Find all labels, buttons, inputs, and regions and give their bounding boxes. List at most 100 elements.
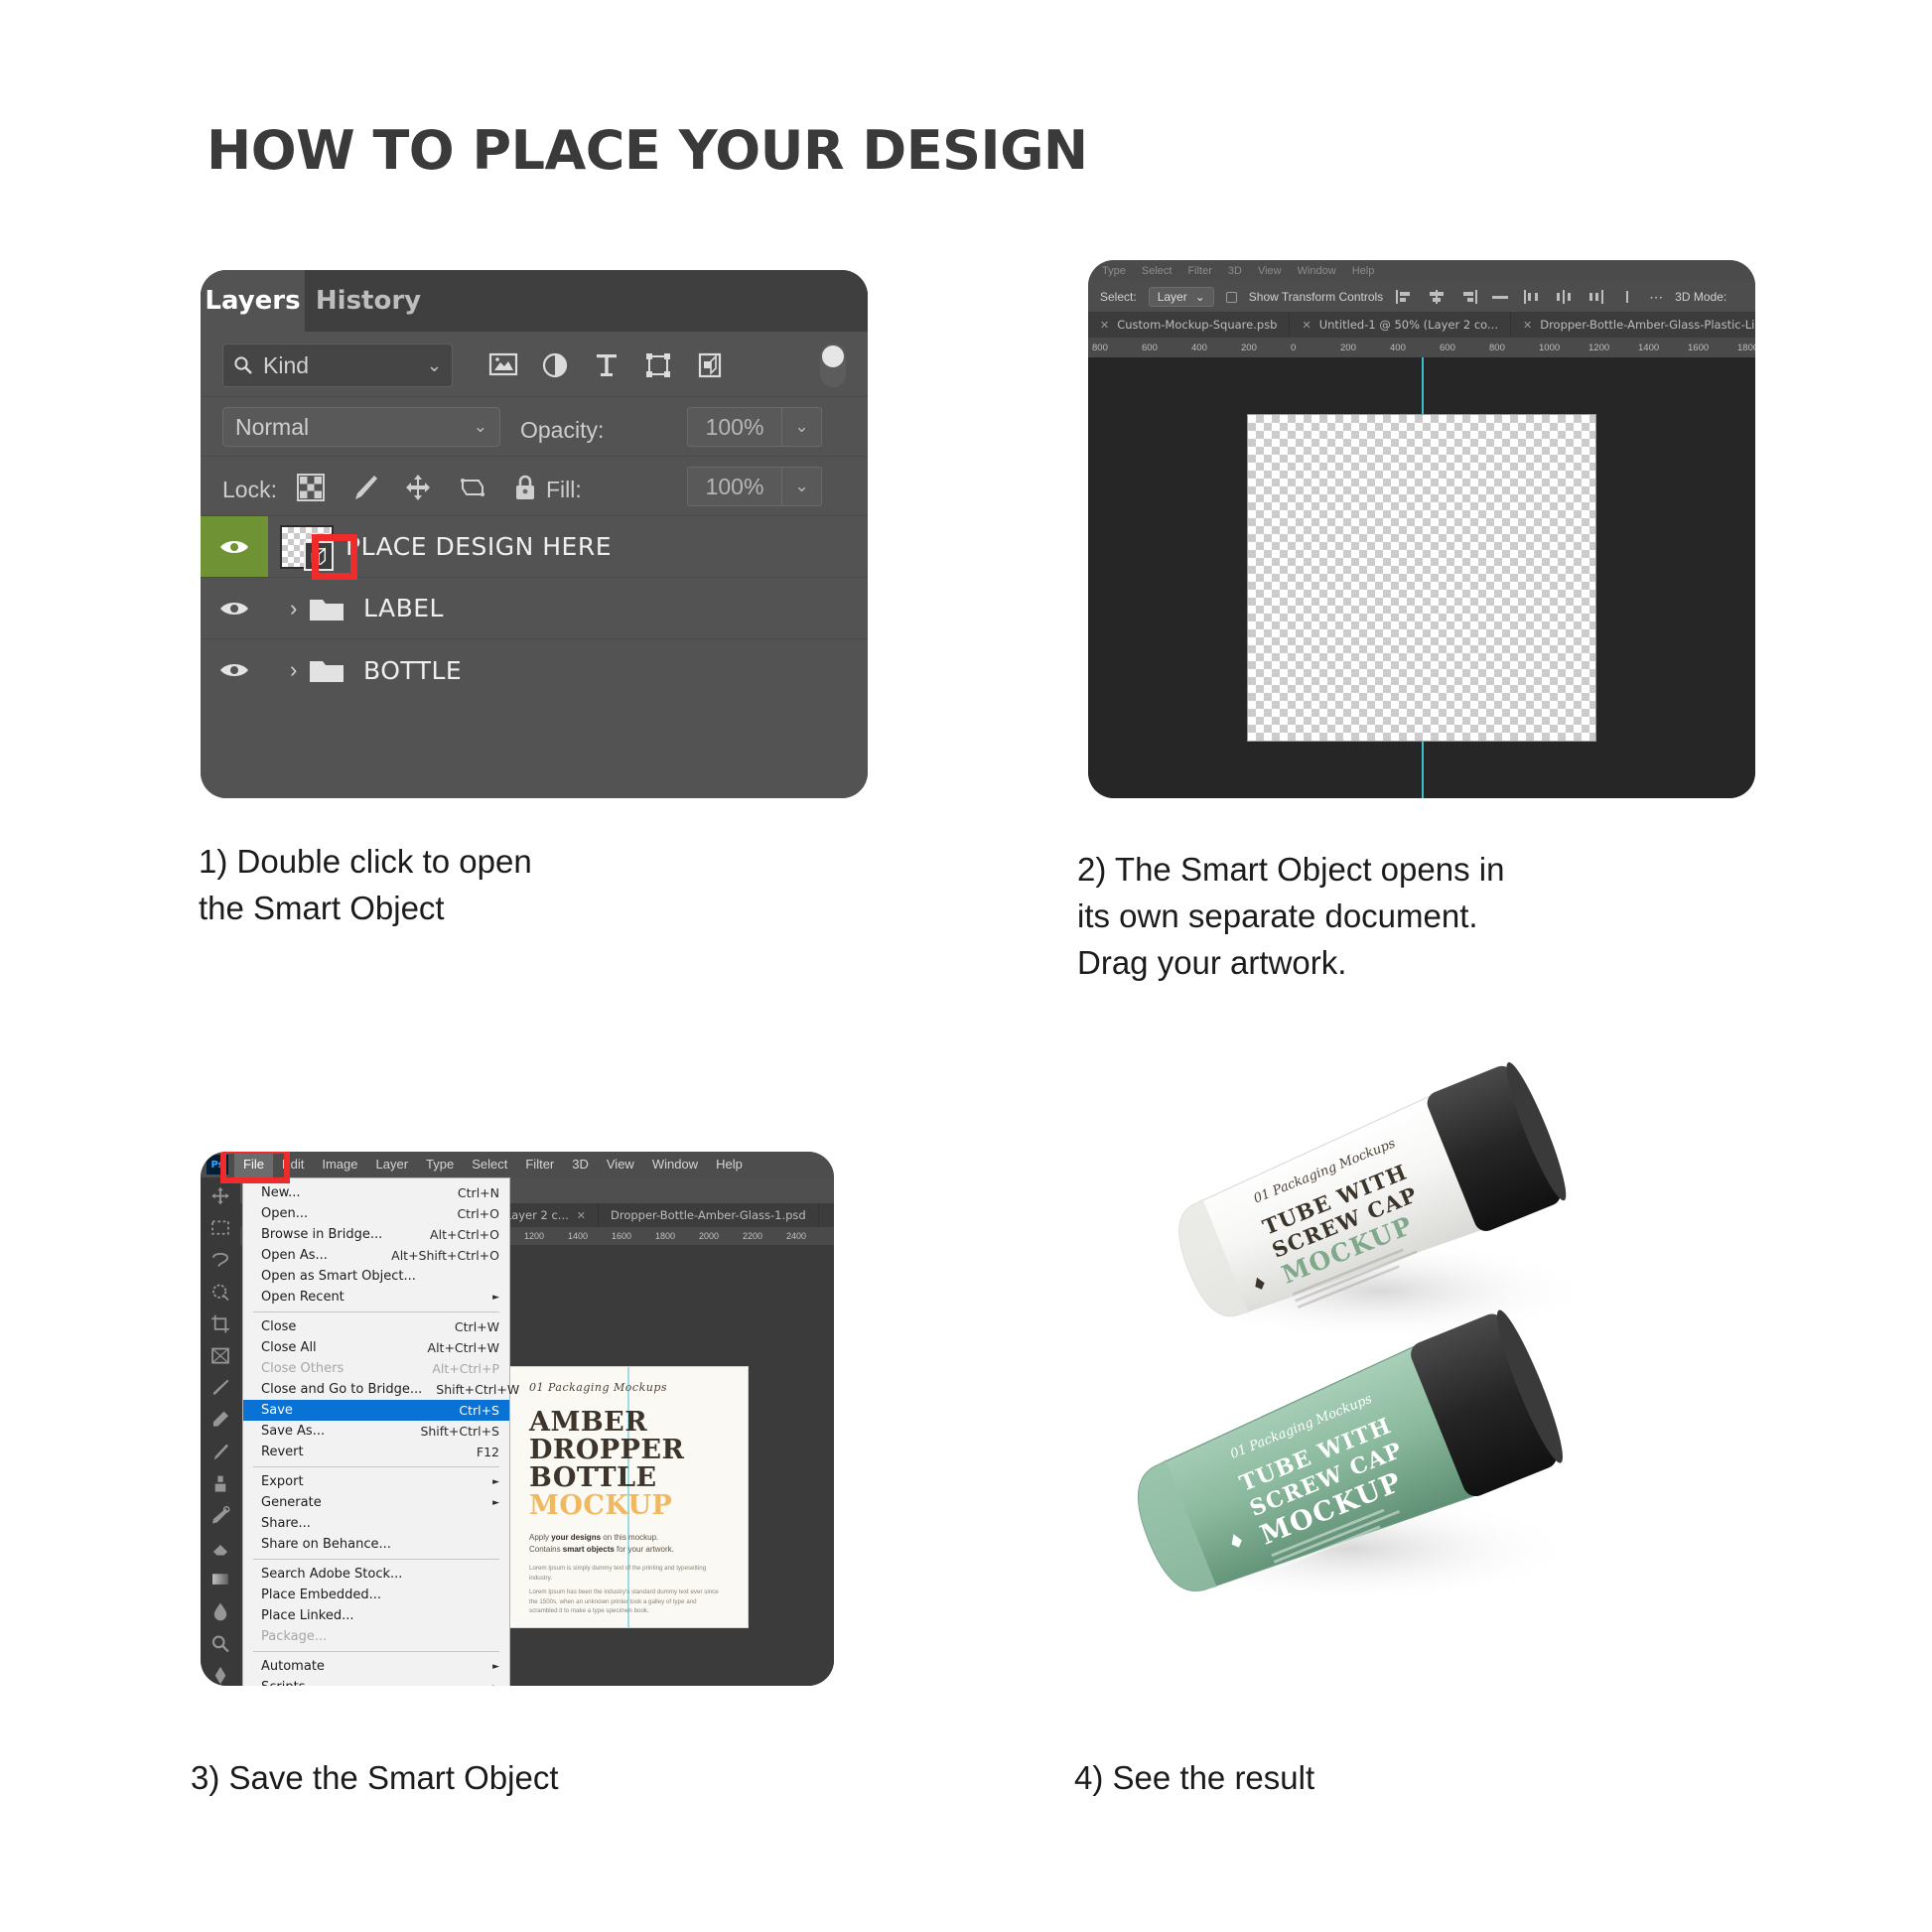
layer-visibility-toggle[interactable] <box>201 516 268 577</box>
align-right-edges-icon[interactable] <box>1458 289 1478 305</box>
layer-visibility-toggle[interactable] <box>201 578 268 638</box>
document-tab-dropper-bottle[interactable]: Dropper-Bottle-Amber-Glass-1.psd <box>599 1203 819 1227</box>
canvas-area[interactable] <box>1088 357 1755 798</box>
menu-item-search-adobe-stock[interactable]: Search Adobe Stock... <box>243 1564 509 1585</box>
design-artboard[interactable]: 01 Packaging Mockups AMBER DROPPER BOTTL… <box>506 1366 749 1628</box>
layer-visibility-toggle[interactable] <box>201 639 268 701</box>
close-icon[interactable]: ✕ <box>1523 319 1532 332</box>
tab-history[interactable]: History <box>305 270 432 332</box>
menu-item-revert[interactable]: Revert F12 <box>243 1442 509 1462</box>
menu-item-browse-in-bridge[interactable]: Browse in Bridge... Alt+Ctrl+O <box>243 1224 509 1245</box>
chevron-right-icon[interactable]: › <box>290 596 297 621</box>
fill-value[interactable]: 100% <box>687 467 782 506</box>
menu-item-save[interactable]: Save Ctrl+S <box>243 1400 509 1421</box>
align-top-edges-icon[interactable] <box>1490 289 1510 305</box>
transparent-artboard[interactable] <box>1247 414 1596 742</box>
smart-object-icon[interactable] <box>693 351 727 386</box>
group-expand-cell[interactable]: › <box>268 595 363 622</box>
menubar-item-3d[interactable]: 3D <box>563 1152 598 1177</box>
opacity-value[interactable]: 100% <box>687 407 782 447</box>
chevron-right-icon[interactable]: › <box>290 657 297 683</box>
kind-filter-dropdown[interactable]: Kind ⌄ <box>222 344 453 387</box>
lock-transparent-pixels-icon[interactable] <box>296 473 326 502</box>
dodge-tool-icon[interactable] <box>209 1633 231 1654</box>
distribute-center-icon[interactable] <box>1554 289 1574 305</box>
quick-selection-tool-icon[interactable] <box>209 1282 231 1303</box>
lasso-tool-icon[interactable] <box>209 1249 231 1270</box>
layer-row-place-design-here[interactable]: PLACE DESIGN HERE <box>201 516 868 580</box>
menubar-item-help[interactable]: Help <box>1352 265 1375 277</box>
menubar-item-image[interactable]: Image <box>313 1152 366 1177</box>
frame-tool-icon[interactable] <box>209 1345 231 1366</box>
horizontal-ruler[interactable]: 800 600 400 200 0 200 400 600 800 1000 1… <box>1088 338 1755 357</box>
type-layer-icon[interactable] <box>590 351 623 386</box>
distribute-right-icon[interactable] <box>1586 289 1605 305</box>
lock-image-pixels-icon[interactable] <box>349 473 379 502</box>
menu-item-open-recent[interactable]: Open Recent ► <box>243 1287 509 1308</box>
menu-item-place-linked[interactable]: Place Linked... <box>243 1605 509 1626</box>
menu-item-close-and-go-to-bridge[interactable]: Close and Go to Bridge... Shift+Ctrl+W <box>243 1379 519 1400</box>
menubar-item-filter[interactable]: Filter <box>516 1152 563 1177</box>
menubar-item-select[interactable]: Select <box>463 1152 516 1177</box>
distribute-left-icon[interactable] <box>1522 289 1542 305</box>
lock-all-icon[interactable] <box>510 473 540 502</box>
menubar-item-type[interactable]: Type <box>417 1152 463 1177</box>
menubar-item-type[interactable]: Type <box>1102 265 1126 277</box>
gradient-tool-icon[interactable] <box>209 1569 231 1589</box>
menubar-item-layer[interactable]: Layer <box>367 1152 418 1177</box>
menu-item-open-as[interactable]: Open As... Alt+Shift+Ctrl+O <box>243 1245 509 1266</box>
marquee-tool-icon[interactable] <box>209 1217 231 1238</box>
move-tool-icon[interactable] <box>209 1185 231 1206</box>
menu-item-open-as-smart-object[interactable]: Open as Smart Object... <box>243 1266 509 1287</box>
layer-row-label[interactable]: › LABEL <box>201 578 868 639</box>
layer-row-bottle[interactable]: › BOTTLE <box>201 639 868 701</box>
close-icon[interactable]: ✕ <box>1302 319 1311 332</box>
menubar-item-window[interactable]: Window <box>1298 265 1336 277</box>
menu-item-place-embedded[interactable]: Place Embedded... <box>243 1585 509 1605</box>
menu-item-export[interactable]: Export ► <box>243 1471 509 1492</box>
group-expand-cell[interactable]: › <box>268 656 363 684</box>
menu-item-generate[interactable]: Generate ► <box>243 1492 509 1513</box>
crop-tool-icon[interactable] <box>209 1313 231 1334</box>
menu-item-share-on-behance[interactable]: Share on Behance... <box>243 1534 509 1555</box>
menu-item-new[interactable]: New... Ctrl+N <box>243 1182 509 1203</box>
shape-layer-icon[interactable] <box>641 351 675 386</box>
lock-artboard-nesting-icon[interactable] <box>457 473 486 502</box>
distribute-spacing-icon[interactable] <box>1617 289 1637 305</box>
menu-item-automate[interactable]: Automate ► <box>243 1656 509 1677</box>
document-tab-custom-mockup-square[interactable]: ✕ Custom-Mockup-Square.psb <box>1088 312 1291 338</box>
more-options-icon[interactable]: ⋯ <box>1649 289 1663 306</box>
menubar-item-3d[interactable]: 3D <box>1228 265 1242 277</box>
menubar-item-select[interactable]: Select <box>1142 265 1173 277</box>
close-icon[interactable]: ✕ <box>577 1209 586 1222</box>
clone-stamp-tool-icon[interactable] <box>209 1473 231 1494</box>
brush-tool-icon[interactable] <box>209 1442 231 1462</box>
opacity-stepper-chevron-icon[interactable]: ⌄ <box>782 407 822 447</box>
history-brush-tool-icon[interactable] <box>209 1505 231 1526</box>
filter-toggle-switch[interactable] <box>820 344 846 387</box>
pen-tool-icon[interactable] <box>209 1665 231 1686</box>
eraser-tool-icon[interactable] <box>209 1537 231 1558</box>
menu-item-scripts[interactable]: Scripts ► <box>243 1677 509 1686</box>
align-left-edges-icon[interactable] <box>1395 289 1415 305</box>
document-tab-untitled-1[interactable]: ✕ Untitled-1 @ 50% (Layer 2 co... <box>1290 312 1511 338</box>
lock-position-icon[interactable] <box>403 473 433 502</box>
pixel-layer-icon[interactable] <box>486 351 520 384</box>
menubar-item-view[interactable]: View <box>598 1152 643 1177</box>
menu-item-close-all[interactable]: Close All Alt+Ctrl+W <box>243 1337 509 1358</box>
menu-item-share[interactable]: Share... <box>243 1513 509 1534</box>
menu-item-close[interactable]: Close Ctrl+W <box>243 1316 509 1337</box>
menu-item-open[interactable]: Open... Ctrl+O <box>243 1203 509 1224</box>
menubar-item-help[interactable]: Help <box>707 1152 752 1177</box>
close-icon[interactable]: ✕ <box>1100 319 1109 332</box>
show-transform-controls-checkbox[interactable] <box>1225 291 1237 303</box>
fill-stepper-chevron-icon[interactable]: ⌄ <box>782 467 822 506</box>
menubar-item-view[interactable]: View <box>1258 265 1282 277</box>
menubar-item-window[interactable]: Window <box>643 1152 707 1177</box>
layer-select-dropdown[interactable]: Layer ⌄ <box>1148 287 1214 307</box>
healing-brush-tool-icon[interactable] <box>209 1409 231 1430</box>
menu-item-save-as[interactable]: Save As... Shift+Ctrl+S <box>243 1421 509 1442</box>
align-horizontal-centers-icon[interactable] <box>1427 289 1447 305</box>
blend-mode-select[interactable]: Normal ⌄ <box>222 407 500 447</box>
tab-layers[interactable]: Layers <box>201 270 305 332</box>
